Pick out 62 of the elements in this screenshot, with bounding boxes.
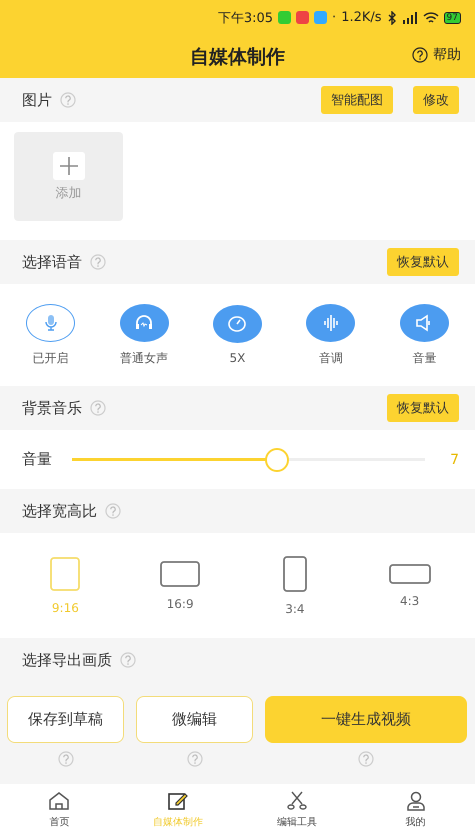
section-title: 选择语音 xyxy=(22,252,82,272)
section-title: 选择宽高比 xyxy=(22,502,97,520)
volume-value: 7 xyxy=(449,452,459,468)
action-button[interactable]: 微编辑 xyxy=(136,696,253,743)
action-button[interactable]: 恢复默认 xyxy=(387,394,459,422)
help-icon xyxy=(412,47,428,63)
ratio-label: 4:3 xyxy=(400,594,420,608)
voice-option-label: 5X xyxy=(230,351,246,365)
action-button[interactable]: 智能配图 xyxy=(321,86,393,114)
status-time: 下午3:05 xyxy=(218,10,274,26)
nav-tab[interactable]: 我的 xyxy=(370,789,461,829)
nav-tab[interactable]: 首页 xyxy=(14,789,104,829)
voice-option-label: 普通女声 xyxy=(120,350,168,366)
ratio-label: 16:9 xyxy=(166,596,194,610)
ratio-option[interactable]: 3:4 xyxy=(250,556,340,616)
nav-tab[interactable]: 编辑工具 xyxy=(252,789,342,829)
battery-level: 97 xyxy=(444,12,461,24)
voice-option-label: 音量 xyxy=(412,350,436,366)
volume-slider[interactable] xyxy=(72,448,425,472)
help-icon xyxy=(186,751,202,767)
help-icon xyxy=(120,652,136,668)
page-title: 自媒体制作 xyxy=(190,44,285,70)
help-icon xyxy=(60,92,76,108)
help-icon xyxy=(358,751,374,767)
voice-option-button[interactable] xyxy=(212,305,262,343)
app-icon xyxy=(278,11,292,24)
voice-option-label: 音调 xyxy=(318,350,343,366)
voice-option-button[interactable] xyxy=(306,304,356,342)
help-icon xyxy=(90,254,106,270)
app-icon xyxy=(314,11,328,24)
bluetooth-icon xyxy=(386,10,397,24)
ratio-option[interactable]: 16:9 xyxy=(135,560,226,610)
voice-option-label: 已开启 xyxy=(32,350,69,366)
voice-option-button[interactable] xyxy=(120,304,169,342)
action-button[interactable]: 修改 xyxy=(413,86,459,114)
ratio-option[interactable]: 4:3 xyxy=(364,564,455,608)
help-icon xyxy=(90,400,106,416)
add-label: 添加 xyxy=(56,184,82,202)
status-separator: · xyxy=(332,10,336,25)
voice-option-button[interactable] xyxy=(400,304,449,342)
gauge-icon xyxy=(227,314,248,334)
slider-thumb[interactable] xyxy=(264,448,289,472)
action-button[interactable]: 恢复默认 xyxy=(387,248,459,276)
section-title: 背景音乐 xyxy=(22,398,82,418)
wifi-icon xyxy=(422,12,439,24)
help-link[interactable]: 帮助 xyxy=(433,46,461,64)
help-icon xyxy=(58,751,74,767)
scissors-icon xyxy=(284,789,309,812)
section-title: 图片 xyxy=(22,90,52,110)
signal-icon xyxy=(402,12,418,24)
action-button[interactable]: 保存到草稿 xyxy=(7,696,124,743)
voice-option-button[interactable] xyxy=(26,304,76,342)
network-speed: 1.2K/s xyxy=(341,10,382,25)
section-title: 选择导出画质 xyxy=(22,650,112,670)
ratio-label: 3:4 xyxy=(285,602,305,616)
app-icon xyxy=(296,11,310,24)
home-icon xyxy=(47,789,72,812)
plus-icon xyxy=(52,152,84,180)
volume-label: 音量 xyxy=(22,450,52,469)
ratio-label: 9:16 xyxy=(52,600,79,614)
help-icon xyxy=(105,503,121,519)
action-button[interactable]: 一键生成视频 xyxy=(265,696,467,743)
